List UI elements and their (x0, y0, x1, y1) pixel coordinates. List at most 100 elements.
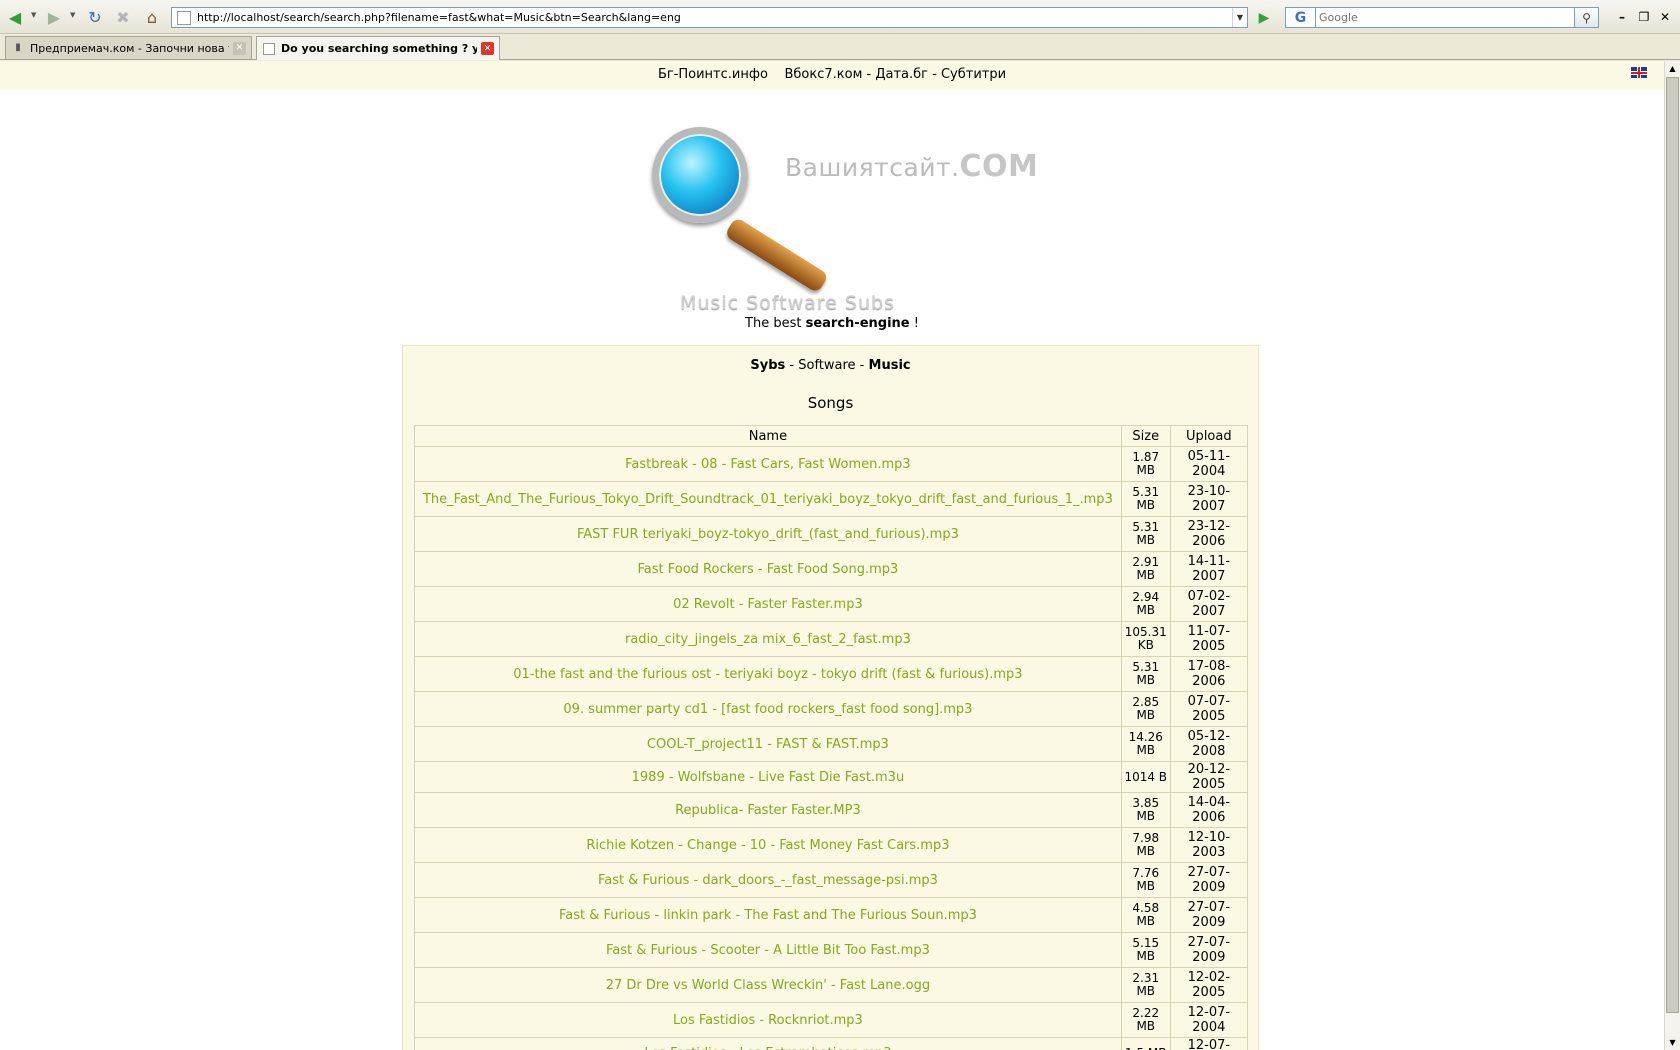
song-size-unit: MB (1136, 914, 1156, 928)
song-size: 5.15 MB (1120, 932, 1171, 968)
song-size-unit: MB (1136, 879, 1156, 893)
scroll-thumb[interactable] (1666, 77, 1679, 1013)
slogan-bold: search-engine (805, 316, 910, 331)
song-link[interactable]: Fast & Furious - dark_doors_-_fast_messa… (414, 862, 1122, 898)
table-row: radio_city_jingels_za mix_6_fast_2_fast.… (414, 621, 1249, 657)
site-logo[interactable]: Вашиятсайт.COM Music Software Subs (652, 127, 1038, 317)
song-link[interactable]: Fast Food Rockers - Fast Food Song.mp3 (414, 551, 1122, 587)
song-size-unit: MB (1136, 533, 1156, 547)
song-size: 2.91 MB (1120, 551, 1171, 587)
song-size: 1.5 MB (1120, 1037, 1171, 1050)
song-upload-date: 27-07-2009 (1169, 932, 1249, 968)
song-link[interactable]: 27 Dr Dre vs World Class Wreckin' - Fast… (414, 967, 1122, 1003)
forward-history-dropdown-icon[interactable]: ▼ (70, 11, 78, 21)
song-size: 2.22 MB (1120, 1002, 1171, 1038)
song-size-value: 1014 B (1124, 769, 1168, 784)
page-favicon-icon (263, 42, 275, 55)
tab-predpriemach[interactable]: ▮ Предприемач.ком - Започни нова тема ✕ (5, 36, 252, 59)
song-size: 105.31 KB (1120, 621, 1171, 657)
results-panel: Sybs - Software - Music Songs Name Size … (402, 345, 1259, 1050)
address-dropdown-icon[interactable]: ▼ (1232, 8, 1247, 27)
tab-search[interactable]: Do you searching something ? yo... ✕ (256, 36, 500, 60)
song-link[interactable]: Richie Kotzen - Change - 10 - Fast Money… (414, 827, 1122, 863)
song-size-unit: MB (1136, 844, 1156, 858)
song-link[interactable]: 09. summer party cd1 - [fast food rocker… (414, 691, 1122, 727)
song-upload-date: 12-07-2004 (1169, 1037, 1249, 1050)
nav-link-data-bg[interactable]: Дата.бг (875, 67, 928, 82)
song-link[interactable]: The_Fast_And_The_Furious_Tokyo_Drift_Sou… (414, 481, 1122, 517)
category-separator: - (855, 358, 869, 373)
song-size-unit: MB (1136, 809, 1156, 823)
page-viewport: Бг-Поинтс.инфо Вбокс7.ком - Дата.бг - Су… (0, 61, 1664, 1050)
song-link[interactable]: Fastbreak - 08 - Fast Cars, Fast Women.m… (414, 446, 1122, 482)
slogan-end: ! (909, 316, 919, 331)
song-size-unit: MB (1136, 603, 1156, 617)
logo-brand: Вашиятсайт.COM (785, 149, 1038, 184)
song-link[interactable]: 01-the fast and the furious ost - teriya… (414, 656, 1122, 692)
table-row: Fast & Furious - Scooter - A Little Bit … (414, 932, 1249, 968)
scroll-up-icon[interactable]: ▲ (1665, 61, 1680, 76)
logo-tagline: Music Software Subs (680, 292, 895, 314)
category-software[interactable]: Software (798, 358, 855, 373)
back-history-dropdown-icon[interactable]: ▼ (31, 11, 39, 21)
song-size: 2.31 MB (1120, 967, 1171, 1003)
stop-icon[interactable]: ✖ (112, 7, 134, 27)
song-link[interactable]: FAST FUR teriyaki_boyz-tokyo_drift_(fast… (414, 516, 1122, 552)
restore-icon[interactable]: ❐ (1636, 9, 1652, 25)
search-input[interactable] (1315, 7, 1575, 28)
song-link[interactable]: Fast & Furious - linkin park - The Fast … (414, 897, 1122, 933)
song-upload-date: 14-04-2006 (1169, 792, 1249, 828)
vertical-scrollbar[interactable]: ▲ ▼ (1664, 61, 1680, 1050)
song-size: 7.98 MB (1120, 827, 1171, 863)
nav-separator: - (862, 67, 876, 82)
table-row: 1989 - Wolfsbane - Live Fast Die Fast.m3… (414, 761, 1249, 793)
magnifier-handle (724, 216, 830, 294)
song-link[interactable]: COOL-T_project11 - FAST & FAST.mp3 (414, 726, 1122, 762)
close-window-icon[interactable]: ✕ (1657, 9, 1673, 25)
song-size-unit: MB (1136, 708, 1156, 722)
table-row: Fast & Furious - dark_doors_-_fast_messa… (414, 862, 1249, 898)
song-link[interactable]: Republica- Faster Faster.MP3 (414, 792, 1122, 828)
song-link[interactable]: 02 Revolt - Faster Faster.mp3 (414, 586, 1122, 622)
song-size: 5.31 MB (1120, 516, 1171, 552)
song-size-unit: MB (1136, 984, 1156, 998)
song-link[interactable]: Los Fastidios - Los Estramboticos.mp3 (414, 1037, 1122, 1050)
nav-link-vbox7[interactable]: Вбокс7.ком (784, 67, 862, 82)
back-icon[interactable]: ◀ (4, 7, 26, 27)
go-icon[interactable]: ▶ (1253, 8, 1275, 27)
song-upload-date: 07-02-2007 (1169, 586, 1249, 622)
address-bar[interactable]: http://localhost/search/search.php?filen… (171, 7, 1248, 28)
song-upload-date: 23-12-2006 (1169, 516, 1249, 552)
minimize-icon[interactable]: – (1614, 9, 1630, 25)
song-size-value: 1.5 MB (1124, 1046, 1168, 1050)
slogan-text: The best (745, 316, 806, 331)
songs-table-body: Fastbreak - 08 - Fast Cars, Fast Women.m… (414, 446, 1249, 1050)
home-icon[interactable]: ⌂ (141, 7, 163, 27)
song-link[interactable]: Los Fastidios - Rocknriot.mp3 (414, 1002, 1122, 1038)
tab-bar: ▮ Предприемач.ком - Започни нова тема ✕ … (0, 34, 1680, 84)
song-size-unit: MB (1136, 498, 1156, 512)
search-icon[interactable]: ⚲ (1575, 7, 1599, 28)
song-link[interactable]: Fast & Furious - Scooter - A Little Bit … (414, 932, 1122, 968)
scroll-down-icon[interactable]: ▼ (1665, 1035, 1680, 1050)
nav-link-subtitles[interactable]: Субтитри (941, 67, 1006, 82)
uk-flag-icon[interactable] (1631, 67, 1647, 78)
song-link[interactable]: radio_city_jingels_za mix_6_fast_2_fast.… (414, 621, 1122, 657)
close-icon[interactable]: ✕ (481, 42, 494, 55)
nav-link-bg-points[interactable]: Бг-Поинтс.инфо (658, 67, 768, 82)
forward-icon[interactable]: ▶ (43, 7, 65, 27)
song-link[interactable]: 1989 - Wolfsbane - Live Fast Die Fast.m3… (414, 761, 1122, 793)
category-subs[interactable]: Sybs (750, 358, 785, 373)
song-upload-date: 12-07-2004 (1169, 1002, 1249, 1038)
close-icon[interactable]: ✕ (233, 41, 246, 55)
slogan: The best search-engine ! (0, 316, 1664, 331)
table-row: Fast & Furious - linkin park - The Fast … (414, 897, 1249, 933)
header-name: Name (414, 425, 1122, 447)
category-music[interactable]: Music (869, 358, 911, 373)
address-bar-url[interactable]: http://localhost/search/search.php?filen… (197, 11, 681, 24)
table-row: Los Fastidios - Rocknriot.mp3 2.22 MB 12-07… (414, 1002, 1249, 1038)
search-engine-selector[interactable]: G (1285, 7, 1315, 28)
table-row: Richie Kotzen - Change - 10 - Fast Money… (414, 827, 1249, 863)
song-upload-date: 27-07-2009 (1169, 897, 1249, 933)
reload-icon[interactable]: ↻ (84, 7, 106, 27)
